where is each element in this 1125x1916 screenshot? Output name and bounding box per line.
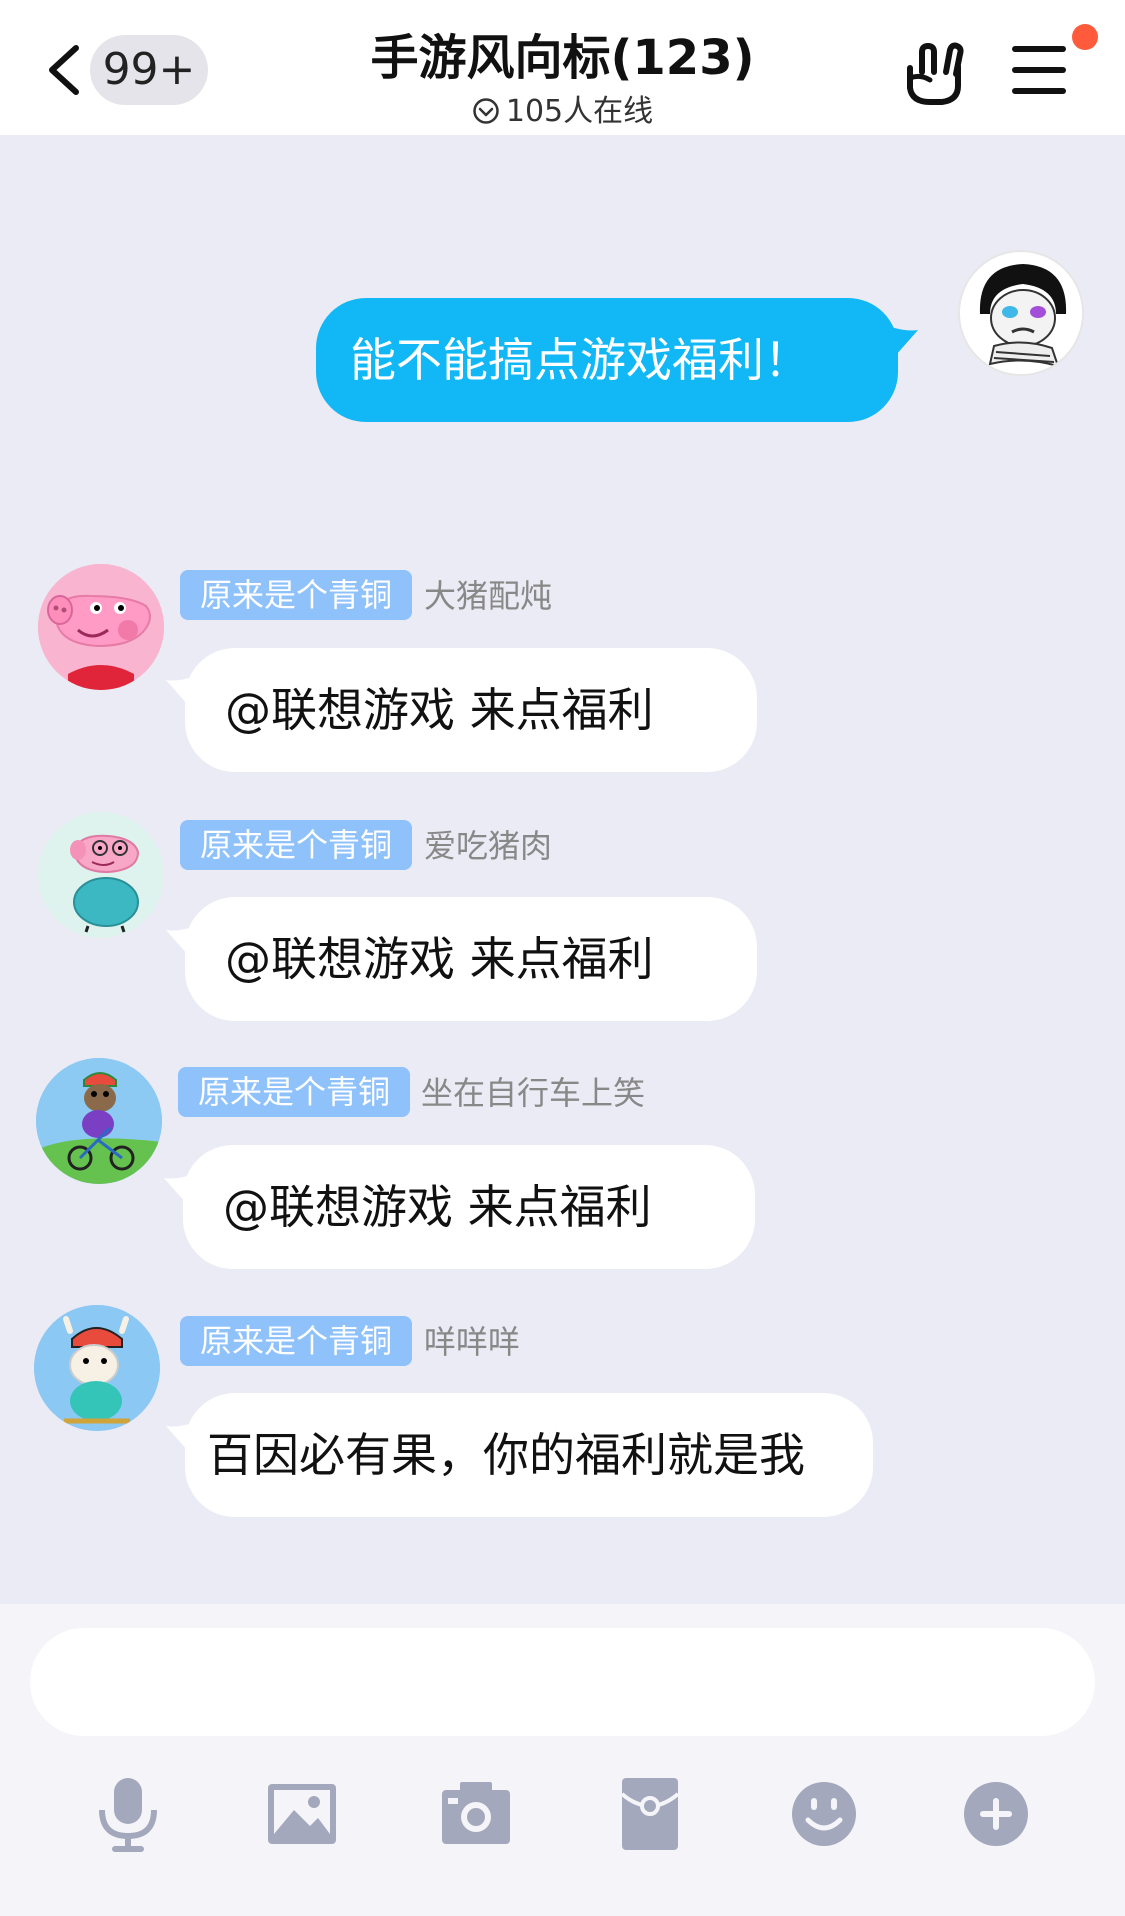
sender-avatar[interactable] [36, 1058, 162, 1184]
input-area [0, 1604, 1125, 1916]
red-packet-icon [620, 1778, 680, 1850]
emoji-button[interactable] [784, 1774, 864, 1854]
rank-badge: 原来是个青铜 [180, 1316, 412, 1366]
rock-hand-icon [907, 42, 964, 105]
message-bubble-incoming[interactable]: @联想游戏 来点福利 [183, 1145, 755, 1269]
bubble-tail [888, 326, 918, 364]
rank-badge: 原来是个青铜 [180, 820, 412, 870]
message-bubble-incoming[interactable]: 百因必有果，你的福利就是我 [185, 1393, 873, 1517]
sender-nickname[interactable]: 咩咩咩 [424, 1317, 520, 1367]
cycling-character-avatar-icon [36, 1058, 162, 1184]
rank-badge: 原来是个青铜 [180, 570, 412, 620]
chevron-circle-icon [473, 98, 499, 124]
message-text: @联想游戏 来点福利 [225, 932, 654, 986]
message-bubble-incoming[interactable]: @联想游戏 来点福利 [185, 648, 757, 772]
message-text: @联想游戏 来点福利 [225, 683, 654, 737]
chat-header: 99+ 手游风向标(123) 105人在线 [0, 0, 1125, 135]
notification-dot [1072, 24, 1098, 50]
sender-nickname[interactable]: 大猪配炖 [424, 571, 552, 621]
sheep-avatar-icon [34, 1305, 160, 1431]
image-button[interactable] [262, 1774, 342, 1854]
message-text: @联想游戏 来点福利 [223, 1180, 652, 1234]
voice-button[interactable] [88, 1774, 168, 1854]
message-text: 能不能搞点游戏福利！ [350, 333, 810, 387]
message-bubble-outgoing[interactable]: 能不能搞点游戏福利！ [316, 298, 898, 422]
meme-face-avatar-icon [961, 253, 1082, 374]
sender-avatar[interactable] [38, 564, 164, 690]
sender-avatar[interactable] [38, 812, 164, 938]
rock-gesture-button[interactable] [900, 38, 970, 106]
image-icon [268, 1784, 336, 1844]
message-input[interactable] [30, 1628, 1095, 1736]
message-bubble-incoming[interactable]: @联想游戏 来点福利 [185, 897, 757, 1021]
online-count-text: 105人在线 [505, 94, 654, 129]
plus-icon [964, 1782, 1028, 1846]
message-text: 百因必有果，你的福利就是我 [207, 1428, 805, 1482]
emoji-icon [792, 1782, 856, 1846]
my-avatar[interactable] [958, 250, 1084, 376]
hamburger-menu-icon [1012, 46, 1066, 94]
pink-pig-avatar-icon [38, 564, 164, 690]
camera-icon [442, 1782, 510, 1844]
rank-badge: 原来是个青铜 [178, 1067, 410, 1117]
daddy-pig-avatar-icon [38, 812, 164, 938]
sender-avatar[interactable] [34, 1305, 160, 1431]
sender-nickname[interactable]: 坐在自行车上笑 [421, 1068, 645, 1118]
menu-button[interactable] [1010, 44, 1068, 96]
red-packet-button[interactable] [610, 1774, 690, 1854]
microphone-icon [99, 1778, 157, 1852]
more-button[interactable] [956, 1774, 1036, 1854]
camera-button[interactable] [436, 1774, 516, 1854]
sender-nickname[interactable]: 爱吃猪肉 [424, 821, 552, 871]
